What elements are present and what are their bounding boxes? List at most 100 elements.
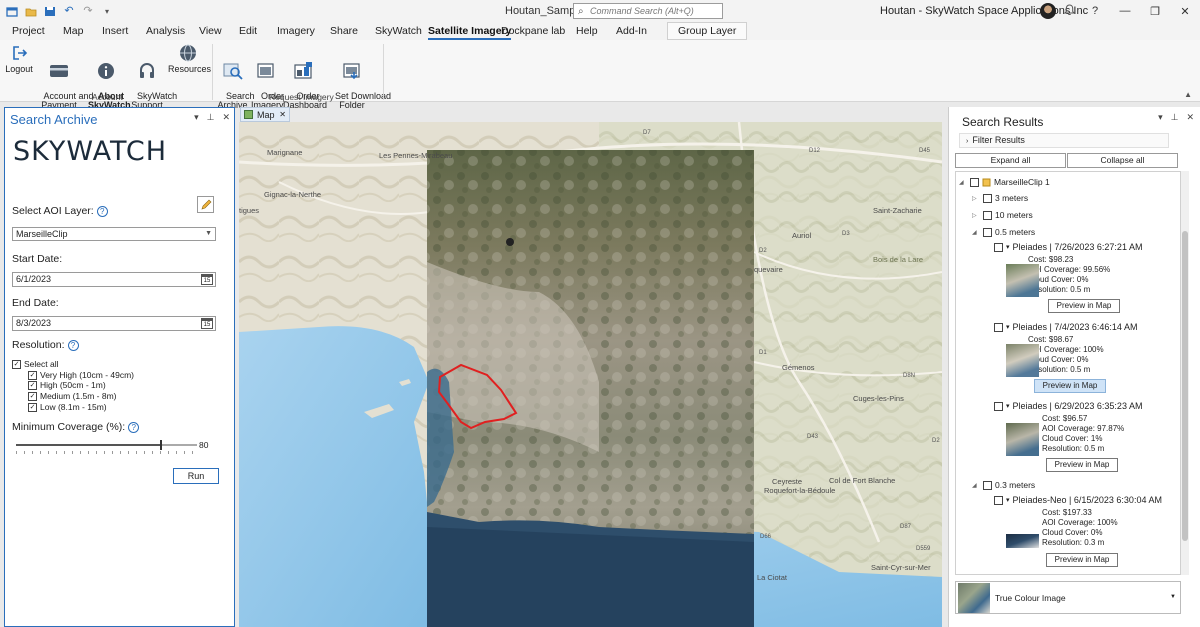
map-view[interactable]: Marignane Les Pennes-Mirabeau Gignac-la-… — [239, 122, 942, 627]
map-canvas[interactable]: Marignane Les Pennes-Mirabeau Gignac-la-… — [239, 122, 942, 627]
expand-all-button[interactable]: Expand all — [955, 153, 1066, 168]
tree-group-03m[interactable]: ◢ 0.3 meters — [972, 480, 1035, 490]
run-button[interactable]: Run — [173, 468, 219, 484]
resources-button[interactable]: Resources — [168, 44, 212, 74]
help-icon[interactable]: ? — [96, 206, 108, 217]
chevron-down-icon[interactable]: ▾ — [1006, 243, 1010, 251]
tab-map-view[interactable]: Map ✕ — [240, 107, 290, 122]
place-label: Col de Fort Blanche — [829, 476, 895, 485]
preview-in-map-button[interactable]: Preview in Map — [1048, 299, 1120, 313]
close-icon[interactable]: ✕ — [1170, 0, 1200, 22]
help-icon[interactable]: ? — [67, 340, 79, 351]
result-item-title[interactable]: ▾ Pleiades | 6/29/2023 6:35:23 AM — [994, 401, 1142, 411]
result-item-title[interactable]: ▾ Pleiades | 7/4/2023 6:46:14 AM — [994, 322, 1137, 332]
tab-view[interactable]: View — [199, 25, 222, 37]
result-item-title[interactable]: ▾ Pleiades-Neo | 6/15/2023 6:30:04 AM — [994, 495, 1162, 505]
tab-share[interactable]: Share — [330, 25, 358, 37]
preview-in-map-button[interactable]: Preview in Map — [1046, 458, 1118, 472]
pin-icon[interactable]: ⊥ — [1171, 112, 1179, 123]
command-search-input[interactable]: ⌕ Command Search (Alt+Q) — [573, 3, 723, 19]
expand-triangle-icon[interactable]: ◢ — [972, 229, 980, 236]
chevron-down-icon[interactable]: ▾ — [1006, 402, 1010, 410]
calendar-icon[interactable]: 15 — [201, 274, 213, 285]
tree-group-3m[interactable]: ▷ 3 meters — [972, 193, 1028, 203]
result-item-title[interactable]: ▾ Pleiades | 7/26/2023 6:27:21 AM — [994, 242, 1142, 252]
start-date-field[interactable]: 6/1/2023 15 — [12, 272, 216, 287]
draw-aoi-button[interactable] — [197, 196, 214, 213]
tab-help[interactable]: Help — [576, 25, 598, 37]
tab-satellite-imagery[interactable]: Satellite Imagery — [428, 25, 512, 40]
resources-label: Resources — [168, 64, 212, 74]
collapse-ribbon-icon[interactable]: ▲ — [1184, 90, 1192, 99]
slider-thumb[interactable] — [160, 440, 162, 450]
tab-analysis[interactable]: Analysis — [146, 25, 185, 37]
close-icon[interactable]: ✕ — [279, 110, 286, 119]
checkbox[interactable] — [983, 193, 992, 203]
open-folder-icon[interactable] — [25, 6, 37, 17]
tree-root[interactable]: ◢ MarseilleClip 1 — [959, 177, 1050, 187]
avatar[interactable] — [1040, 3, 1056, 19]
checkbox[interactable] — [970, 177, 979, 187]
set-download-folder-button[interactable]: Set Download Folder — [325, 44, 391, 119]
chevron-down-icon[interactable]: ▾ — [1006, 496, 1010, 504]
tab-edit[interactable]: Edit — [239, 25, 257, 37]
customize-qat-icon[interactable]: ▾ — [101, 6, 113, 17]
road-label: D1 — [759, 350, 767, 356]
collapsed-triangle-icon[interactable]: ▷ — [972, 212, 980, 219]
tree-group-10m[interactable]: ▷ 10 meters — [972, 210, 1033, 220]
checkbox[interactable] — [994, 322, 1003, 332]
pane-options-icon[interactable]: ▾ — [194, 112, 199, 123]
tab-insert[interactable]: Insert — [102, 25, 128, 37]
tab-dockpane-lab[interactable]: Dockpane lab — [501, 25, 565, 37]
help-icon[interactable]: ? — [128, 422, 140, 433]
scrollbar-thumb[interactable] — [1182, 231, 1188, 541]
resolution-low-checkbox[interactable]: ✓ Low (8.1m - 15m) — [28, 402, 107, 412]
render-layer-select[interactable]: True Colour Image ▼ — [955, 581, 1181, 614]
end-date-field[interactable]: 8/3/2023 15 — [12, 316, 216, 331]
resolution-very-high-checkbox[interactable]: ✓ Very High (10cm - 49cm) — [28, 370, 134, 380]
tab-project[interactable]: Project — [12, 25, 45, 37]
restore-icon[interactable]: ❐ — [1140, 0, 1170, 22]
close-icon[interactable]: ✕ — [222, 112, 230, 123]
filter-results-toggle[interactable]: › Filter Results — [959, 133, 1169, 148]
place-label: Gignac-la-Nerthe — [264, 190, 321, 199]
select-all-checkbox[interactable]: ✓ Select all — [12, 359, 59, 369]
preview-in-map-button[interactable]: Preview in Map — [1034, 379, 1106, 393]
calendar-icon[interactable]: 15 — [201, 318, 213, 329]
logout-button[interactable]: Logout — [4, 44, 34, 74]
checkbox[interactable] — [994, 242, 1003, 252]
checkbox[interactable] — [994, 401, 1003, 411]
tab-add-in[interactable]: Add-In — [616, 25, 647, 37]
results-tree: ◢ MarseilleClip 1 ▷ 3 meters ▷ 10 meters… — [955, 171, 1181, 575]
checkbox[interactable] — [994, 495, 1003, 505]
results-scrollbar[interactable] — [1181, 171, 1189, 575]
redo-icon[interactable]: ↷ — [82, 5, 94, 17]
checkbox[interactable] — [983, 480, 992, 490]
tab-skywatch[interactable]: SkyWatch — [375, 25, 422, 37]
checkbox[interactable] — [983, 210, 992, 220]
coverage-slider[interactable] — [16, 440, 197, 450]
pin-icon[interactable]: ⊥ — [207, 112, 215, 123]
help-icon[interactable]: ? — [1080, 0, 1110, 22]
checkbox[interactable] — [983, 227, 992, 237]
expand-triangle-icon[interactable]: ◢ — [959, 179, 967, 186]
tab-imagery[interactable]: Imagery — [277, 25, 315, 37]
save-icon[interactable] — [44, 6, 56, 17]
resolution-medium-checkbox[interactable]: ✓ Medium (1.5m - 8m) — [28, 391, 117, 401]
notification-bell-icon[interactable] — [1063, 4, 1076, 19]
tab-map[interactable]: Map — [63, 25, 83, 37]
minimize-icon[interactable]: — — [1110, 0, 1140, 22]
chevron-down-icon[interactable]: ▾ — [1006, 323, 1010, 331]
resolution-high-checkbox[interactable]: ✓ High (50cm - 1m) — [28, 380, 106, 390]
collapsed-triangle-icon[interactable]: ▷ — [972, 195, 980, 202]
new-project-icon[interactable] — [6, 6, 18, 17]
collapse-all-button[interactable]: Collapse all — [1067, 153, 1178, 168]
tab-group-layer[interactable]: Group Layer — [667, 22, 748, 40]
close-icon[interactable]: ✕ — [1186, 112, 1194, 123]
pane-options-icon[interactable]: ▾ — [1158, 112, 1163, 123]
expand-triangle-icon[interactable]: ◢ — [972, 482, 980, 489]
undo-icon[interactable]: ↶ — [63, 5, 75, 17]
preview-in-map-button[interactable]: Preview in Map — [1046, 553, 1118, 567]
aoi-layer-select[interactable]: MarseilleClip ▼ — [12, 227, 216, 241]
tree-group-05m[interactable]: ◢ 0.5 meters — [972, 227, 1035, 237]
